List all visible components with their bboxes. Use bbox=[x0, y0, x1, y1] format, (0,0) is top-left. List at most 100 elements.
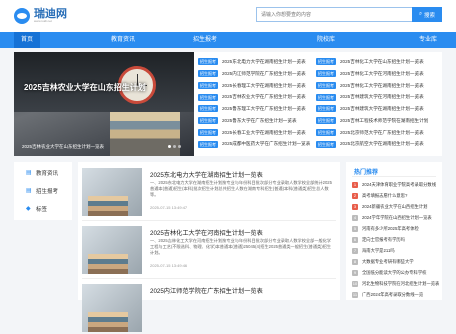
rank-badge: 2 bbox=[352, 193, 358, 199]
list-item[interactable]: 招生报考 2025吉林化工大学在河南招生计划一览表 bbox=[316, 68, 428, 80]
carousel-dot[interactable] bbox=[178, 145, 181, 148]
list-item[interactable]: 3 2024新疆农业大学在山西招生计划 bbox=[352, 204, 427, 210]
list-item[interactable]: 招生报考 2025长春工业大学在湖南招生计划一览表 bbox=[198, 127, 310, 139]
category-tag: 招生报考 bbox=[198, 140, 218, 148]
list-item[interactable]: 8 大数据专业考研有哪些大学 bbox=[352, 259, 414, 265]
list-item[interactable]: 招生报考 2025吉林农业大学在广东招生计划一览表 bbox=[198, 91, 310, 103]
list-item[interactable]: 招生报考 2025长春理工大学在湖南招生计划一览表 bbox=[198, 80, 310, 92]
divider bbox=[82, 220, 336, 221]
carousel-dot[interactable] bbox=[168, 145, 171, 148]
search-button-label: 搜索 bbox=[424, 12, 436, 19]
category-tag: 招生报考 bbox=[316, 81, 336, 89]
list-item[interactable]: 招生报考 2025东北电力大学在湖南招生计划一览表 bbox=[198, 56, 310, 68]
list-item[interactable]: 招生报考 2025吉林建筑大学在湖南招生计划一览表 bbox=[316, 103, 428, 115]
list-item[interactable]: 4 2024学年学院在山西招生计划一览表 bbox=[352, 215, 432, 221]
search-button[interactable]: ⌕ 搜索 bbox=[412, 7, 442, 22]
logo-icon bbox=[14, 8, 30, 24]
category-tag: 招生报考 bbox=[198, 81, 218, 89]
header-bar: 瑞迪网 www.ruidi.net ⌕ 搜索 bbox=[0, 0, 456, 32]
search-icon: ⌕ bbox=[418, 11, 423, 17]
document-icon: ▤ bbox=[26, 188, 32, 194]
rank-badge: 1 bbox=[352, 182, 358, 188]
list-item[interactable]: 招生报考 2025北京航空大学在湖南招生计划一览表 bbox=[316, 138, 428, 150]
hot-recommendations: 热门推荐 1 2024天津体育职业学院高考录取分数线 2 高考填报志愿什么意思? 3… bbox=[346, 162, 442, 300]
article-summary: 一、2025东北电力大学在湖南招生计划按专业与年份科目批次部分专业录取人数学校全… bbox=[150, 180, 332, 197]
article-title[interactable]: 2025内江师范学院在广东招生计划一览表 bbox=[150, 286, 263, 295]
article-date: 2025-07-15 13:49:47 bbox=[150, 205, 188, 210]
article-list: 2025东北电力大学在湖南招生计划一览表 一、2025东北电力大学在湖南招生计划… bbox=[78, 162, 340, 332]
site-logo[interactable]: 瑞迪网 www.ruidi.net bbox=[14, 8, 67, 24]
list-item[interactable]: 6 定向士官报考有学历吗 bbox=[352, 237, 405, 243]
category-tag: 招生报考 bbox=[316, 140, 336, 148]
site-tagline: www.ruidi.net bbox=[34, 19, 52, 23]
list-item[interactable]: 招生报考 2025成都中医药大学在广东招生计划一览表 bbox=[198, 138, 310, 150]
list-item[interactable]: 10 河北生物科技学院在河北招生计划一览表 bbox=[352, 281, 439, 287]
list-item[interactable]: 招生报考 2025吉林化工大学在山东招生计划一览表 bbox=[316, 56, 428, 68]
carousel-dots bbox=[168, 145, 181, 148]
article-thumbnail[interactable] bbox=[82, 284, 142, 332]
nav-majors[interactable]: 专业库 bbox=[408, 32, 448, 48]
section-title: 热门推荐 bbox=[354, 170, 379, 176]
search-box: ⌕ 搜索 bbox=[256, 7, 442, 22]
rank-badge: 5 bbox=[352, 226, 358, 232]
category-tag: 招生报考 bbox=[316, 117, 336, 125]
list-item[interactable]: 招生报考 2025吉林工程技术师范学院在湖南招生计划 bbox=[316, 115, 428, 127]
category-tag: 招生报考 bbox=[316, 93, 336, 101]
article-summary: 一、2025吉林化工大学在河南招生计划按专业与年份科目批次部分专业录取人数学校全… bbox=[150, 238, 332, 255]
list-item[interactable]: 1 2024天津体育职业学院高考录取分数线 bbox=[352, 182, 436, 188]
nav-colleges[interactable]: 院校库 bbox=[306, 32, 346, 48]
nav-admissions[interactable]: 招生报考 bbox=[180, 32, 230, 48]
article-title[interactable]: 2025东北电力大学在湖南招生计划一览表 bbox=[150, 170, 263, 179]
category-tag: 招生报考 bbox=[316, 58, 336, 66]
main-nav: 首页 教育资讯 招生报考 院校库 专业库 bbox=[0, 32, 456, 48]
rank-badge: 6 bbox=[352, 237, 358, 243]
category-tag: 招生报考 bbox=[316, 128, 336, 136]
list-item[interactable]: 9 全国低分能读大学的公办专科学校 bbox=[352, 270, 426, 276]
banner-section: 2025吉林农业大学在山东招生计划 2025吉林农业大学在山东招生计划一览表 招… bbox=[14, 52, 442, 156]
article-item[interactable]: 2025内江师范学院在广东招生计划一览表 bbox=[82, 282, 336, 334]
sidebar-item-admissions[interactable]: ▤ 招生报考 bbox=[14, 182, 72, 200]
document-icon: ▤ bbox=[26, 170, 32, 176]
list-item[interactable]: 5 河南有多少所2025年高考体检 bbox=[352, 226, 419, 232]
nav-education-news[interactable]: 教育资讯 bbox=[98, 32, 148, 48]
category-tag: 招生报考 bbox=[198, 70, 218, 78]
category-tag: 招生报考 bbox=[316, 105, 336, 113]
rank-badge: 11 bbox=[352, 292, 358, 298]
article-date: 2025-07-15 13:49:46 bbox=[150, 263, 188, 268]
banner-list-left: 招生报考 2025东北电力大学在湖南招生计划一览表 招生报考 2025内江师范学院在… bbox=[198, 56, 310, 150]
category-tag: 招生报考 bbox=[198, 117, 218, 125]
list-item[interactable]: 7 海南大学是211吗 bbox=[352, 248, 395, 254]
list-item[interactable]: 招生报考 2025北京师范大学在广东招生计划一览表 bbox=[316, 127, 428, 139]
rank-badge: 3 bbox=[352, 204, 358, 210]
nav-home[interactable]: 首页 bbox=[14, 32, 40, 48]
search-input[interactable] bbox=[256, 7, 412, 22]
list-item[interactable]: 11 广西2024年高考录取分数线一览 bbox=[352, 292, 423, 298]
sidebar-item-education-news[interactable]: ▤ 教育资讯 bbox=[14, 164, 72, 182]
category-tag: 招生报考 bbox=[198, 105, 218, 113]
slide-title: 2025吉林农业大学在山东招生计划 bbox=[24, 83, 146, 92]
rank-badge: 9 bbox=[352, 270, 358, 276]
list-item[interactable]: 招生报考 2025内江师范学院在广东招生计划一览表 bbox=[198, 68, 310, 80]
books-image bbox=[110, 112, 180, 156]
rank-badge: 8 bbox=[352, 259, 358, 265]
list-item[interactable]: 招生报考 2025鲁东大学在广东招生计划一览表 bbox=[198, 115, 310, 127]
divider bbox=[82, 278, 336, 279]
category-tag: 招生报考 bbox=[198, 128, 218, 136]
banner-list-right: 招生报考 2025吉林化工大学在山东招生计划一览表 招生报考 2025吉林化工大学在… bbox=[316, 56, 428, 150]
list-item[interactable]: 招生报考 2025鲁东理工大学在广东招生计划一览表 bbox=[198, 103, 310, 115]
category-tag: 招生报考 bbox=[198, 58, 218, 66]
list-item[interactable]: 招生报考 2025吉林化工大学在湖南招生计划一览表 bbox=[316, 80, 428, 92]
list-item[interactable]: 2 高考填报志愿什么意思? bbox=[352, 193, 407, 199]
article-thumbnail[interactable] bbox=[82, 168, 142, 216]
rank-badge: 7 bbox=[352, 248, 358, 254]
sidebar-item-tags[interactable]: ◆ 标签 bbox=[14, 200, 72, 218]
article-thumbnail[interactable] bbox=[82, 226, 142, 274]
carousel-dot[interactable] bbox=[173, 145, 176, 148]
carousel-slide[interactable]: 2025吉林农业大学在山东招生计划 2025吉林农业大学在山东招生计划一览表 bbox=[14, 52, 194, 156]
article-item[interactable]: 2025东北电力大学在湖南招生计划一览表 一、2025东北电力大学在湖南招生计划… bbox=[82, 166, 336, 218]
category-tag: 招生报考 bbox=[198, 93, 218, 101]
list-item[interactable]: 招生报考 2025吉林建筑大学在河南招生计划一览表 bbox=[316, 91, 428, 103]
category-tag: 招生报考 bbox=[316, 70, 336, 78]
article-title[interactable]: 2025吉林化工大学在河南招生计划一览表 bbox=[150, 228, 263, 237]
article-item[interactable]: 2025吉林化工大学在河南招生计划一览表 一、2025吉林化工大学在河南招生计划… bbox=[82, 224, 336, 276]
